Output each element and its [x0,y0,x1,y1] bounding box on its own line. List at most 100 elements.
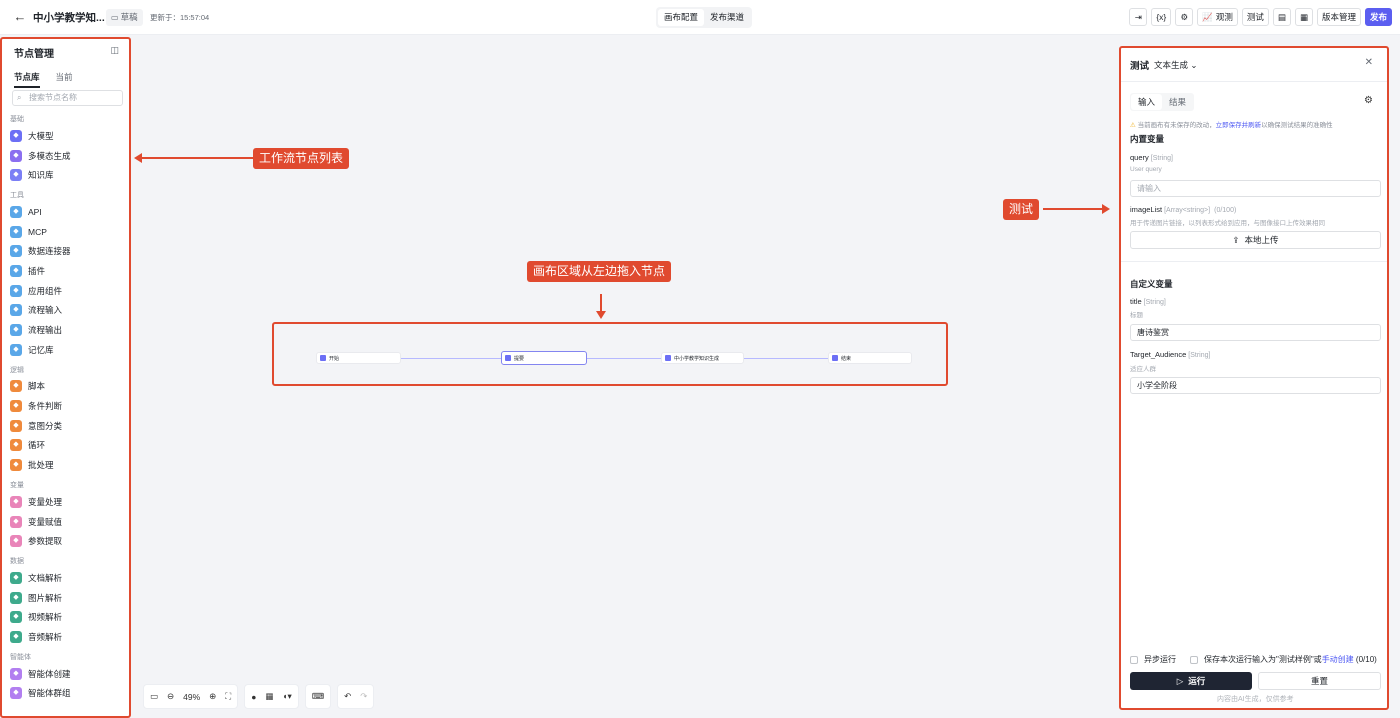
settings-icon[interactable]: ⚙ [1175,8,1194,26]
node-item-label: 参数提取 [28,536,63,547]
node-item-label: 变量处理 [28,496,63,507]
tab-node-library[interactable]: 节点库 [14,71,40,88]
node-summary-label: 提要 [514,355,525,362]
fit-view-icon[interactable]: ⛶ [225,691,231,702]
clipboard-icon[interactable]: ▤ [1272,8,1291,26]
node-item[interactable]: ◆ 音频解析 [10,627,128,647]
test-button[interactable]: 测试 [1241,8,1269,26]
tab-canvas-config[interactable]: 画布配置 [658,9,705,26]
collapse-panel-icon[interactable]: ◫ [110,45,119,56]
image-gen-icon: ◆ [10,149,22,162]
node-summary[interactable]: 提要 [501,351,587,365]
zoom-in-icon[interactable]: ⊕ [209,691,216,702]
node-item[interactable]: ◆ 多模态生成 [10,146,128,166]
title-var-input[interactable]: 唐诗鉴赏 [1130,324,1381,341]
mode-select[interactable]: 文本生成 ⌄ [1154,59,1198,71]
test-panel: 测试 文本生成 ⌄ ✕ 输入 结果 ⚙ ⚠ 当前画布有未保存的改动，立即保存并刷… [1119,46,1389,710]
picture-icon: ◆ [10,591,22,604]
draft-label: 草稿 [120,12,138,22]
node-item-label: 变量赋值 [28,516,63,527]
mouse-mode-icon[interactable]: ◖▾ [282,691,291,702]
end-node-icon [832,355,838,361]
node-item[interactable]: ◆ 记忆库 [10,340,128,360]
add-node-icon[interactable]: ● [251,692,256,702]
redo-icon[interactable]: ↷ [360,691,367,702]
node-item[interactable]: ◆ 条件判断 [10,396,128,416]
save-sample-checkbox[interactable] [1190,655,1198,664]
node-item[interactable]: ◆ 意图分类 [10,416,128,436]
node-item[interactable]: ◆ 知识库 [10,165,128,185]
upload-label: 本地上传 [1244,235,1279,245]
file-icon: ▭ [111,13,119,22]
local-upload-button[interactable]: ⇪ 本地上传 [1130,231,1381,249]
node-item[interactable]: ◆ MCP [10,222,128,242]
run-button[interactable]: ▷ 运行 [1130,672,1252,690]
tab-current[interactable]: 当前 [56,71,73,88]
undo-icon[interactable]: ↶ [344,691,351,702]
node-item[interactable]: ◆ 智能体创建 [10,664,128,684]
start-node-icon [320,355,326,361]
close-icon[interactable]: ✕ [1365,57,1373,68]
puzzle-icon: ◆ [10,264,22,277]
keyboard-icon[interactable]: ⌨ [312,691,324,702]
node-item-label: 记忆库 [28,344,54,355]
node-item[interactable]: ◆ 应用组件 [10,281,128,301]
node-item[interactable]: ◆ 脚本 [10,377,128,397]
tab-result[interactable]: 结果 [1162,94,1193,110]
publish-button[interactable]: 发布 [1364,8,1392,26]
audience-var-name: Target_Audience [1130,350,1187,359]
node-item-label: 智能体创建 [28,668,71,679]
image-name: imageList [1130,205,1163,214]
export-icon[interactable]: ⇥ [1129,8,1148,26]
node-search-input[interactable]: ⌕ 搜索节点名称 [12,90,123,106]
database-icon: ◆ [10,245,22,258]
tab-input[interactable]: 输入 [1131,94,1163,110]
manual-create-link[interactable]: 手动创建 [1322,655,1354,664]
add-group: ● ▦ ◖▾ [244,684,299,709]
gear-icon[interactable]: ⚙ [1364,95,1373,106]
node-item-label: MCP [28,226,47,237]
node-item[interactable]: ◆ 视频解析 [10,607,128,627]
top-bar: ← 中小学教学知... ▭ 草稿 更新于：15:57:04 画布配置 发布渠道 ⇥… [0,0,1400,35]
canvas-area[interactable]: 开始 提要 中小学教学知识生成 结束 [272,322,948,386]
variable-icon[interactable]: {x} [1151,8,1172,26]
node-item[interactable]: ◆ API [10,202,128,222]
observe-button[interactable]: 📈 观测 [1197,8,1238,26]
node-item[interactable]: ◆ 流程输入 [10,301,128,321]
back-arrow-icon[interactable]: ← [12,9,28,25]
node-item[interactable]: ◆ 插件 [10,261,128,281]
reset-button[interactable]: 重置 [1258,672,1381,690]
node-item[interactable]: ◆ 流程输出 [10,320,128,340]
annotation-arrow-down [600,294,602,312]
node-start[interactable]: 开始 [316,352,401,364]
node-item[interactable]: ◆ 大模型 [10,126,128,146]
node-item[interactable]: ◆ 参数提取 [10,531,128,551]
zoom-out-icon[interactable]: ⊖ [167,691,174,702]
layout-icon[interactable]: ▦ [265,691,273,702]
audience-var-input[interactable]: 小学全阶段 [1130,377,1381,394]
minimap-icon[interactable]: ▭ [150,691,158,702]
node-item[interactable]: ◆ 智能体群组 [10,684,128,704]
node-end[interactable]: 结束 [828,352,912,364]
node-item[interactable]: ◆ 图片解析 [10,588,128,608]
async-checkbox[interactable] [1130,655,1138,664]
query-type: [String] [1150,155,1173,162]
query-desc: User query [1130,166,1162,173]
query-input[interactable]: 请输入 [1130,180,1381,197]
node-item[interactable]: ◆ 循环 [10,436,128,456]
node-generate[interactable]: 中小学教学知识生成 [661,352,744,364]
audience-var-label: Target_Audience [String] [1130,350,1210,359]
node-item[interactable]: ◆ 变量赋值 [10,512,128,532]
node-item[interactable]: ◆ 变量处理 [10,492,128,512]
tab-publish-channel[interactable]: 发布渠道 [704,9,750,26]
save-refresh-link[interactable]: 立即保存并刷新 [1216,122,1262,129]
node-item[interactable]: ◆ 数据连接器 [10,241,128,261]
notes-icon[interactable]: ▦ [1294,8,1313,26]
audio-icon: ◆ [10,630,22,643]
version-button[interactable]: 版本管理 [1316,8,1361,26]
node-item-label: 应用组件 [28,285,63,296]
agent-icon: ◆ [10,667,22,680]
node-item[interactable]: ◆ 文档解析 [10,568,128,588]
image-count: (0/100) [1214,207,1237,214]
node-item[interactable]: ◆ 批处理 [10,455,128,475]
